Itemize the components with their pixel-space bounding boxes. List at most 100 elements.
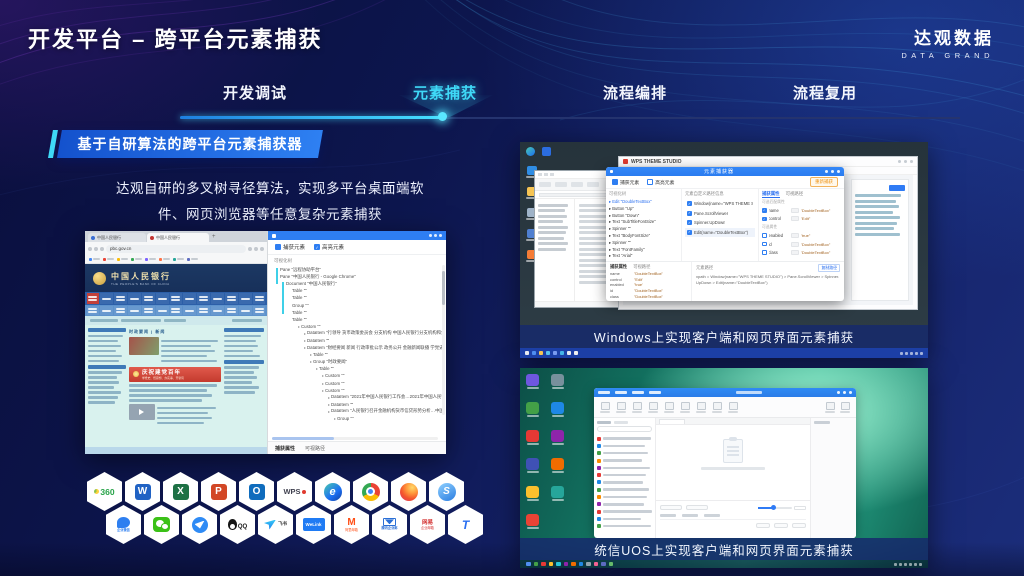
panel-row-2 (660, 512, 806, 520)
nav-cell (87, 306, 100, 315)
file-name-bar (603, 467, 650, 470)
checkbox-checked-icon: ✓ (687, 230, 692, 235)
toolbar-button (840, 402, 850, 413)
edge-icon (526, 147, 535, 156)
brand-logo-en: DATA GRAND (901, 51, 994, 60)
tree-node-label: Pane "远程协助平台" (280, 267, 321, 273)
sidebar-tabs (597, 421, 652, 424)
nav-cell-bar (144, 296, 153, 298)
bottom-attr-row: class"DoubleTextBox" (610, 293, 687, 299)
nav-cell-bar (171, 299, 180, 301)
toolbar-icon (633, 402, 642, 410)
text-bar (224, 366, 259, 369)
file-type-icon (597, 451, 601, 455)
app-glyph: T (462, 518, 469, 532)
tree-node: Pane "远程协助平台" (272, 266, 442, 273)
uos-caption-band: 统信UOS上实现客户端和网页界面元素捕获 (520, 538, 928, 560)
tree-node: ▸Custom "" (272, 323, 442, 330)
wps-window-title: WPS THEME STUDIO (631, 159, 682, 165)
system-tray (894, 563, 922, 566)
dock-app-icon (579, 562, 584, 567)
tree-node-label: DataItem "行领导 货币政策委员会 分支机构 中国人民银行分支机构和企事… (307, 330, 442, 336)
text-lines (855, 194, 905, 236)
tab-visual-path: 可视路径 (305, 445, 325, 452)
stage-tab-流程复用[interactable]: 流程复用 (730, 82, 920, 103)
tree-node-label: Group "" (337, 416, 354, 421)
tree-node: Table "" (272, 294, 442, 301)
file-name-bar (603, 437, 651, 440)
file-type-icon (597, 502, 601, 506)
bookmark-item (117, 258, 128, 261)
desktop-icon (526, 402, 539, 417)
tree-node-label: DataItem "人民银行召开金融机构货币信贷形势分析…中国人民银行公告〔20… (331, 408, 442, 414)
desktop-icon (526, 458, 539, 473)
dialog-path-panel: 元素自定义路径信息 ✓Window(name="WPS THEME STUDIO… (682, 189, 758, 261)
teamviewer-icon (542, 147, 551, 156)
site-title-block: 中国人民银行 THE PEOPLE'S BANK OF CHINA (111, 271, 171, 286)
vertical-scrollbar (442, 265, 445, 415)
bookmark-label-bar (177, 258, 184, 260)
file-name-bar (603, 496, 647, 499)
tray-icon (909, 563, 912, 566)
uos-properties-panel (810, 418, 856, 538)
expander-icon: ▸ (304, 338, 306, 343)
nav-cell (142, 293, 155, 304)
path-panel-title: 元素自定义路径信息 (685, 191, 755, 197)
horizontal-scrollbar (272, 437, 438, 440)
bookmark-item (187, 258, 198, 261)
nav-cell (170, 293, 183, 304)
desktop-icon-label-bar (527, 499, 539, 501)
text-bar (224, 345, 258, 348)
browser-tab-active: 中国人民银行 (147, 233, 209, 242)
capture-tree-area: 可视化树 Pane "远程协助平台"Pane "中国人民银行 - Google … (268, 255, 446, 441)
window-icon (272, 234, 276, 238)
tree-node: ▸DataItem "" (272, 401, 442, 408)
attr-key: control (610, 277, 634, 282)
text-bar (224, 355, 260, 358)
stage-tab-开发调试[interactable]: 开发调试 (160, 82, 350, 103)
file-name-bar (603, 474, 646, 477)
description-line-2: 件、网页浏览器等任意复杂元素捕获 (60, 202, 480, 228)
bookmark-item (173, 258, 184, 261)
tree-node: ▸DataItem "人民银行召开金融机构货币信贷形势分析…中国人民银行公告〔2… (272, 408, 442, 415)
expander-icon: ▸ (304, 345, 306, 350)
text-lines (88, 335, 126, 363)
tray-icon (899, 563, 902, 566)
stage-tab-流程编排[interactable]: 流程编排 (540, 82, 730, 103)
tree-node: Table "" (272, 309, 442, 316)
desktop-icon (526, 486, 539, 501)
tray-icon (919, 563, 922, 566)
column-header-bar (224, 328, 264, 332)
expander-icon: ▸ (328, 409, 330, 414)
capture-element-label: 捕获元素 (620, 179, 639, 186)
tab-capture-attrs: 捕获属性 (610, 264, 627, 270)
nav-cell-bar (116, 299, 125, 301)
bookmark-label-bar (135, 258, 142, 260)
app-glyph (400, 483, 418, 501)
sidebar-list-item (597, 479, 652, 486)
capture-element-toggle: 捕获元素 (612, 179, 639, 186)
toolbar-icon (697, 402, 706, 410)
nav-cell (197, 293, 210, 304)
bookmark-favicon (117, 258, 120, 261)
app-glyph: 飞书 (264, 520, 287, 530)
text-bar (855, 200, 896, 203)
toolbar-icon (729, 402, 738, 410)
dock-app-icon (571, 562, 576, 567)
tree-node-label: Table "" (292, 288, 307, 293)
tree-node-label: Custom "" (325, 388, 344, 393)
text-bar (129, 399, 202, 402)
attr-key: control (769, 216, 789, 221)
uos-caption: 统信UOS上实现客户端和网页界面元素捕获 (594, 540, 854, 559)
uos-sidebar (594, 418, 656, 538)
description-line-1: 达观自研的多叉树寻径算法，实现多平台桌面端软 (60, 176, 480, 202)
checkbox-checked-icon: ✓ (314, 244, 320, 250)
desktop-icon (551, 374, 564, 389)
nav-cell (100, 293, 113, 304)
text-bar (855, 205, 899, 208)
attr-value: "DoubleTextBox" (634, 294, 663, 299)
uos-desktop-icon-column (526, 374, 539, 529)
sidebar-list-item (597, 435, 652, 442)
tree-node: ▸Group "" (272, 415, 442, 422)
document-tabstrip (656, 418, 810, 425)
